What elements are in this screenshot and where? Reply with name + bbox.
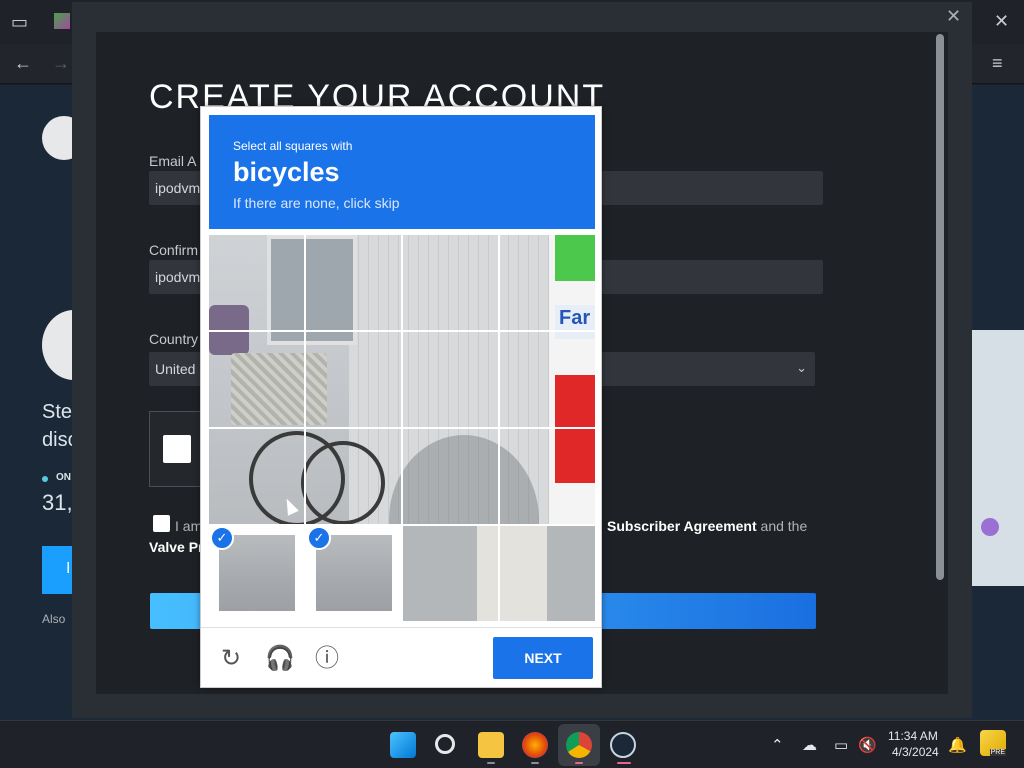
modal-close-icon[interactable]: ✕	[946, 6, 961, 27]
country-value: United	[155, 361, 196, 377]
scene-store-sign: Far	[555, 305, 595, 339]
steam-taskbar-icon[interactable]	[610, 732, 636, 758]
next-button[interactable]: NEXT	[493, 637, 593, 679]
info-icon[interactable]: ⓘ	[313, 645, 341, 673]
recaptcha-header: Select all squares with bicycles If ther…	[209, 115, 595, 229]
back-icon[interactable]: ←	[14, 54, 32, 72]
online-label: ON	[56, 472, 71, 483]
email-value: ipodvm	[155, 180, 201, 196]
window-close-icon[interactable]: ✕	[994, 12, 1009, 30]
online-count: 31,	[42, 490, 73, 515]
bg-right-dot-icon	[981, 518, 999, 536]
menu-icon[interactable]: ≡	[992, 54, 1003, 72]
clock-date[interactable]: 4/3/2024	[892, 745, 939, 759]
agree-text-continued: Subscriber Agreement and the	[607, 518, 807, 534]
agree-text: I am	[175, 518, 203, 534]
file-explorer-indicator	[487, 762, 495, 764]
scene-window	[267, 235, 357, 345]
modal-scrollbar[interactable]	[936, 34, 944, 580]
chrome-icon[interactable]	[566, 732, 592, 758]
notification-bell-icon[interactable]: 🔔	[948, 736, 967, 754]
file-explorer-icon[interactable]	[478, 732, 504, 758]
confirm-email-value: ipodvm	[155, 269, 201, 285]
chrome-indicator	[575, 762, 583, 764]
clock-time[interactable]: 11:34 AM	[888, 729, 938, 743]
recaptcha-hint: If there are none, click skip	[233, 195, 400, 211]
scene-concrete-block	[477, 525, 547, 621]
agree-checkbox[interactable]	[153, 515, 170, 532]
captcha-checkbox[interactable]	[163, 435, 191, 463]
firefox-icon[interactable]	[522, 732, 548, 758]
audio-challenge-icon[interactable]: 🎧	[265, 645, 295, 673]
windows-start-icon[interactable]	[390, 732, 416, 758]
agree-suffix: and the	[760, 518, 808, 534]
tab-manager-icon[interactable]: ▭	[11, 13, 28, 31]
bg-also-text: Also	[42, 612, 66, 626]
scene-person	[209, 305, 249, 355]
bg-install-label: I	[66, 560, 71, 577]
recaptcha-footer-divider	[201, 627, 601, 628]
privacy-policy-link[interactable]: Valve Pr	[149, 539, 204, 555]
scene-bicycle-basket	[231, 353, 327, 425]
chevron-down-icon: ⌄	[796, 360, 807, 375]
subscriber-agreement-link[interactable]: Subscriber Agreement	[607, 518, 757, 534]
country-label: Country	[149, 331, 199, 347]
email-label: Email A	[149, 153, 197, 169]
recaptcha-image-grid[interactable]: Far	[209, 235, 595, 621]
recaptcha-instruction: Select all squares with	[233, 139, 353, 153]
volume-muted-icon[interactable]: 🔇	[858, 736, 877, 754]
reload-icon[interactable]: ↻	[217, 645, 245, 673]
scene-red-banner	[555, 375, 595, 483]
pre-badge: PRE	[989, 749, 1006, 756]
scene-bicycle-rear-wheel	[301, 441, 385, 525]
network-icon[interactable]: ▭	[834, 736, 848, 754]
scene-green-sign	[555, 235, 595, 281]
recaptcha-challenge: Select all squares with bicycles If ther…	[200, 106, 602, 688]
copilot-pre-icon[interactable]: PRE	[980, 730, 1006, 756]
forward-icon[interactable]: →	[52, 54, 70, 72]
recaptcha-target: bicycles	[233, 157, 340, 187]
tab-favicon[interactable]	[54, 13, 70, 29]
captcha-widget	[149, 411, 205, 487]
chevron-up-icon[interactable]: ⌃	[771, 736, 784, 754]
online-dot-icon	[42, 476, 48, 482]
firefox-indicator	[531, 762, 539, 764]
confirm-email-label: Confirm	[149, 242, 199, 258]
steam-indicator	[617, 762, 631, 764]
bg-text-1: Ste	[42, 401, 73, 423]
onedrive-icon[interactable]: ☁	[802, 736, 817, 754]
search-icon[interactable]	[435, 734, 455, 754]
bg-right-image	[972, 330, 1024, 586]
